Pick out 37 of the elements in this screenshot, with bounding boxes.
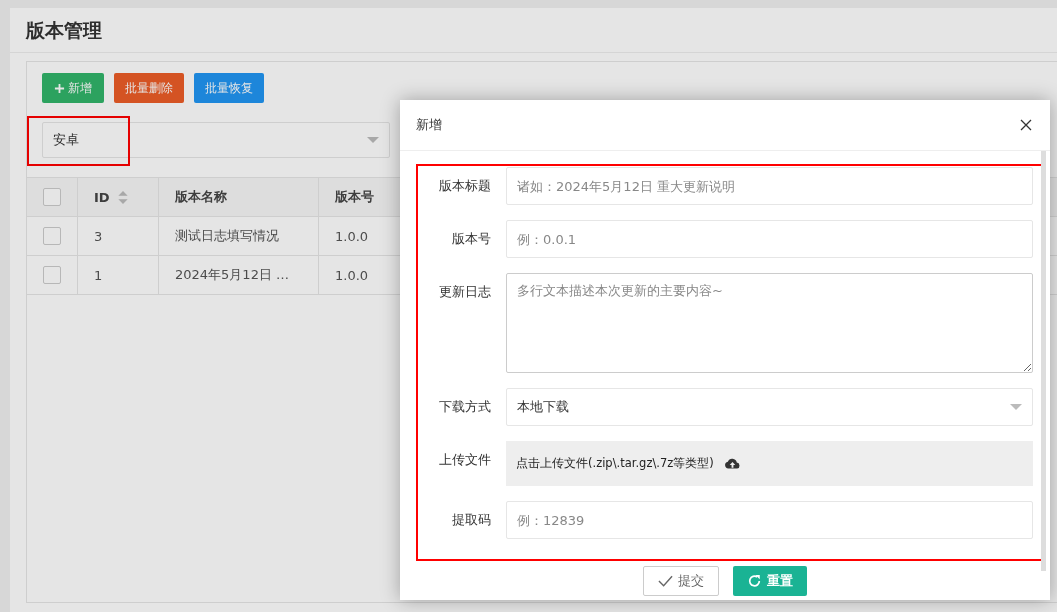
cloud-upload-icon bbox=[723, 457, 741, 470]
checkbox[interactable] bbox=[43, 266, 61, 284]
table-cell: 测试日志填写情况 bbox=[175, 227, 279, 245]
checkbox[interactable] bbox=[43, 227, 61, 245]
input-field[interactable]: 诸如：2024年5月12日 重大更新说明 bbox=[506, 167, 1033, 205]
select-field[interactable]: 本地下载 bbox=[506, 388, 1033, 426]
field-label: 版本号 bbox=[452, 231, 491, 246]
dialog-title: 新增 bbox=[416, 116, 442, 134]
sort-icon[interactable] bbox=[117, 190, 128, 204]
table-cell: 2024年5月12日 … bbox=[175, 266, 290, 284]
input-field[interactable]: 例：12839 bbox=[506, 501, 1033, 539]
table-cell: 1.0.0 bbox=[335, 267, 369, 283]
input-field[interactable]: 例：0.0.1 bbox=[506, 220, 1033, 258]
plus-icon bbox=[54, 82, 65, 94]
table-cell: 1 bbox=[94, 267, 103, 283]
toolbar-button[interactable]: 批量删除 bbox=[114, 73, 184, 103]
check-icon bbox=[658, 574, 673, 588]
column-header[interactable]: 版本号 bbox=[335, 188, 374, 206]
field-label: 更新日志 bbox=[439, 284, 491, 299]
platform-select[interactable]: 安卓 bbox=[42, 122, 390, 158]
table-cell: 3 bbox=[94, 228, 103, 244]
close-icon[interactable] bbox=[1020, 119, 1032, 131]
page-title: 版本管理 bbox=[10, 8, 1057, 53]
caret-icon bbox=[1010, 403, 1022, 411]
refresh-icon bbox=[747, 574, 762, 588]
field-label: 版本标题 bbox=[439, 178, 491, 193]
upload-area[interactable]: 点击上传文件(.zip\.tar.gz\.7z等类型) bbox=[506, 441, 1033, 486]
caret-icon bbox=[367, 136, 379, 144]
dialog-button[interactable]: 提交 bbox=[643, 566, 719, 596]
field-label: 下载方式 bbox=[439, 399, 491, 414]
column-header[interactable]: 版本名称 bbox=[175, 188, 227, 206]
column-header[interactable]: ID bbox=[94, 189, 128, 205]
textarea-field[interactable]: 多行文本描述本次更新的主要内容~ bbox=[506, 273, 1033, 373]
checkbox[interactable] bbox=[43, 188, 61, 206]
field-label: 上传文件 bbox=[439, 452, 491, 467]
field-label: 提取码 bbox=[452, 512, 491, 527]
table-cell: 1.0.0 bbox=[335, 228, 369, 244]
